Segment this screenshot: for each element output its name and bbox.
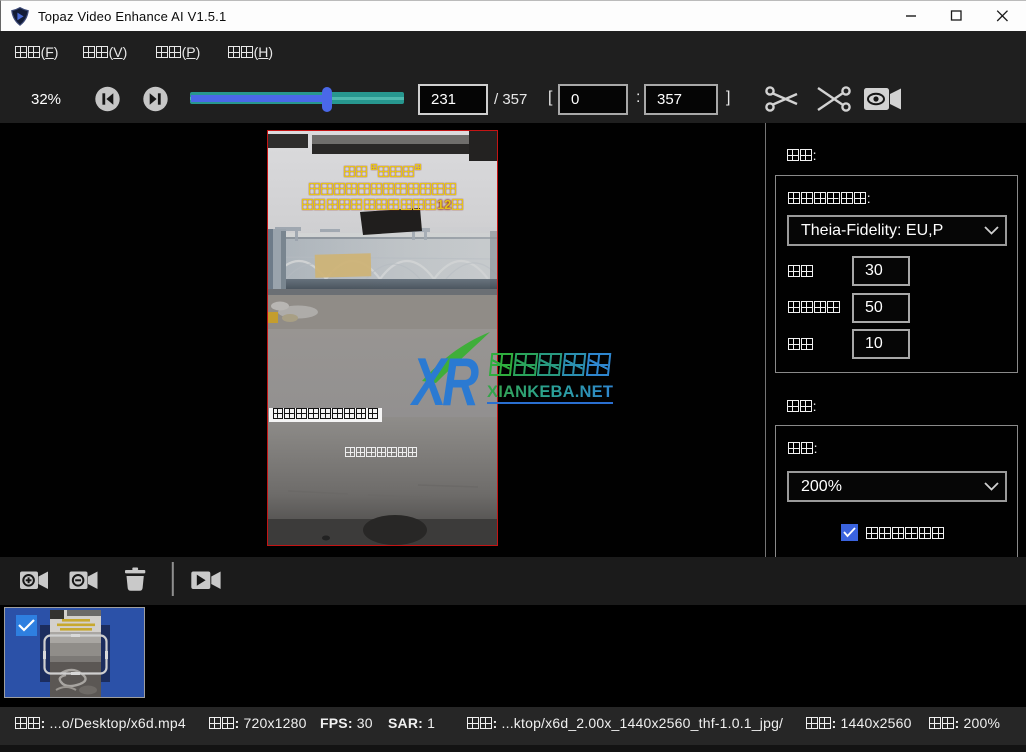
svg-text:XR: XR [410,344,479,411]
